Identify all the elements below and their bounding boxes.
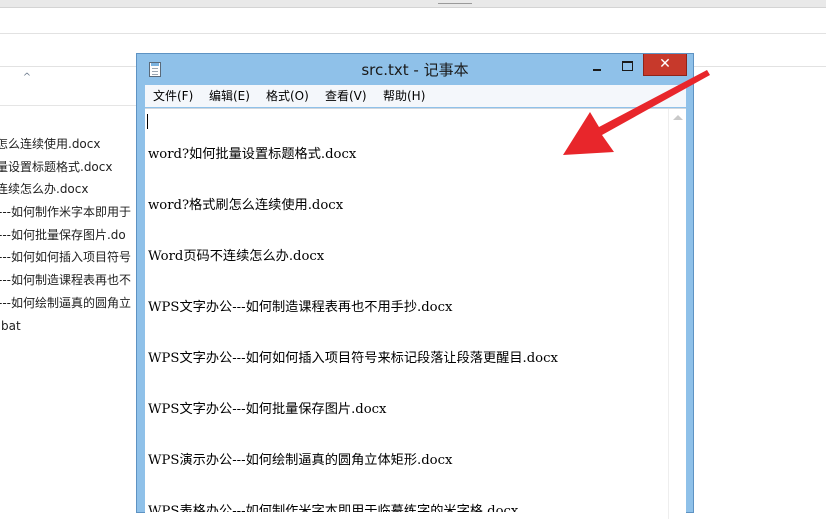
text-line: word?格式刷怎么连续使用.docx xyxy=(148,198,344,213)
maximize-button[interactable] xyxy=(615,58,639,76)
close-button[interactable]: ✕ xyxy=(643,54,687,76)
text-caret xyxy=(147,114,148,129)
explorer-toolbar-divider xyxy=(0,33,826,34)
file-list-item[interactable]: ---如何制造课程表再也不 xyxy=(0,269,138,292)
menu-file[interactable]: 文件(F) xyxy=(153,85,193,107)
file-list: 怎么连续使用.docx 量设置标题格式.docx 连续怎么办.docx ---如… xyxy=(0,133,138,337)
text-line: WPS文字办公---如何如何插入项目符号来标记段落让段落更醒目.docx xyxy=(148,351,558,366)
column-header-name[interactable] xyxy=(0,69,138,106)
text-line: Word页码不连续怎么办.docx xyxy=(148,249,325,264)
text-line: WPS文字办公---如何批量保存图片.docx xyxy=(148,402,387,417)
editor-area[interactable]: word?如何批量设置标题格式.docx word?格式刷怎么连续使用.docx… xyxy=(145,108,686,519)
vertical-scrollbar[interactable] xyxy=(668,109,686,519)
text-line: WPS演示办公---如何绘制逼真的圆角立体矩形.docx xyxy=(148,453,453,468)
minimize-button[interactable] xyxy=(585,60,609,78)
file-list-item[interactable]: ---如何如何插入项目符号 xyxy=(0,246,138,269)
text-line: WPS文字办公---如何制造课程表再也不用手抄.docx xyxy=(148,300,453,315)
scroll-up-icon[interactable] xyxy=(673,115,683,120)
text-line: word?如何批量设置标题格式.docx xyxy=(148,147,357,162)
menu-edit[interactable]: 编辑(E) xyxy=(209,85,250,107)
file-list-item[interactable]: 连续怎么办.docx xyxy=(0,178,138,201)
notepad-window: src.txt - 记事本 ✕ 文件(F) 编辑(E) 格式(O) 查看(V) … xyxy=(136,53,694,519)
file-list-item[interactable]: ---如何批量保存图片.do xyxy=(0,224,138,247)
close-icon: ✕ xyxy=(659,56,671,72)
file-list-item[interactable]: bat xyxy=(0,315,138,338)
file-list-item[interactable]: 量设置标题格式.docx xyxy=(0,156,138,179)
text-content[interactable]: word?如何批量设置标题格式.docx word?格式刷怎么连续使用.docx… xyxy=(148,112,668,512)
menu-help[interactable]: 帮助(H) xyxy=(383,85,425,107)
file-list-item[interactable]: 怎么连续使用.docx xyxy=(0,133,138,156)
explorer-title-strip xyxy=(0,0,826,8)
window-title: src.txt - 记事本 xyxy=(361,61,469,79)
menu-bar: 文件(F) 编辑(E) 格式(O) 查看(V) 帮助(H) xyxy=(145,85,686,107)
file-list-item[interactable]: ---如何制作米字本即用于 xyxy=(0,201,138,224)
title-bar[interactable]: src.txt - 记事本 ✕ xyxy=(137,54,693,84)
text-line: WPS表格办公---如何制作米字本即用于临摹练字的米字格.docx xyxy=(148,504,519,512)
menu-format[interactable]: 格式(O) xyxy=(266,85,309,107)
file-list-item[interactable]: ---如何绘制逼真的圆角立 xyxy=(0,292,138,315)
menu-view[interactable]: 查看(V) xyxy=(325,85,367,107)
sort-ascending-icon[interactable]: ^ xyxy=(22,73,32,83)
